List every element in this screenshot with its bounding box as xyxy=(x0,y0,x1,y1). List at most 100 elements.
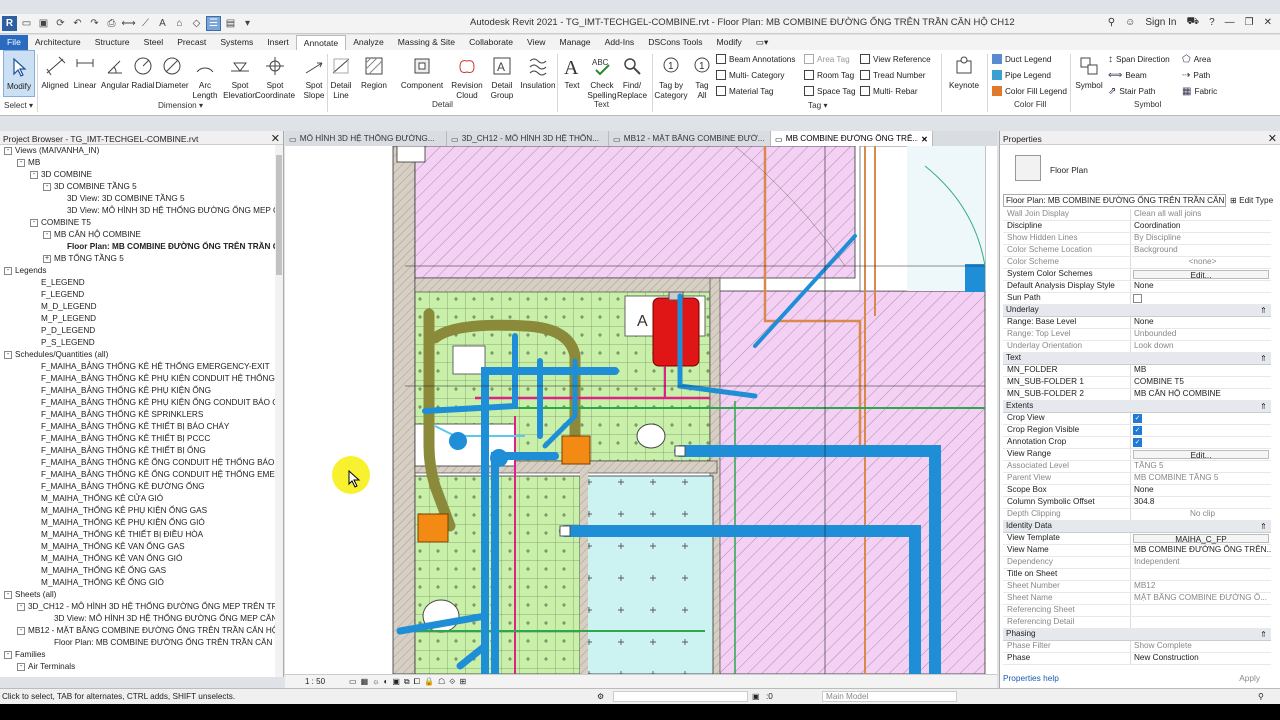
ribbon-options-icon[interactable]: ▭▾ xyxy=(749,35,775,50)
browser-item[interactable]: F_MAIHA_BẢNG THỐNG KÊ THIẾT BỊ ỐNG xyxy=(0,445,276,457)
render-icon[interactable]: ▣ xyxy=(392,677,400,686)
spot-coordinate-button[interactable]: Spot Coordinate xyxy=(255,50,295,100)
browser-item[interactable]: F_MAIHA_BẢNG THỐNG KÊ ỐNG CONDUIT HỆ THỐ… xyxy=(0,457,276,469)
select-group-label[interactable]: Select ▾ xyxy=(4,100,33,110)
expand-toggle-icon[interactable]: - xyxy=(17,602,25,611)
beam-button[interactable]: ⟺ Beam xyxy=(1108,70,1147,81)
minimize-button[interactable]: — xyxy=(1225,17,1235,28)
area-tag-button[interactable]: Area Tag xyxy=(804,54,850,64)
browser-item[interactable]: - MB CĂN HỘ COMBINE xyxy=(0,229,276,241)
shadows-icon[interactable]: ◐ xyxy=(383,677,388,686)
browser-scrollbar[interactable] xyxy=(275,145,283,677)
properties-help-link[interactable]: Properties help xyxy=(1003,673,1059,683)
browser-item[interactable]: -3D COMBINE xyxy=(0,169,276,181)
customize-qat-icon[interactable]: ▾ xyxy=(240,16,255,31)
material-tag-button[interactable]: Material Tag xyxy=(716,86,773,96)
type-selector[interactable]: Floor Plan xyxy=(1003,145,1278,193)
ribbon-tab-analyze[interactable]: Analyze xyxy=(346,35,391,50)
close-icon[interactable]: ✕ xyxy=(1268,132,1277,145)
browser-item[interactable]: F_MAIHA_BẢNG THỐNG KÊ THIẾT BỊ BÁO CHÁY xyxy=(0,421,276,433)
pipe-legend-button[interactable]: Pipe Legend xyxy=(992,70,1051,80)
browser-item[interactable]: + MB TỔNG TẦNG 5 xyxy=(0,253,276,265)
measure-icon[interactable]: ⟷ xyxy=(121,16,136,31)
property-button[interactable]: Edit... xyxy=(1133,450,1269,460)
browser-item[interactable]: - COMBINE T5 xyxy=(0,217,276,229)
expand-toggle-icon[interactable]: - xyxy=(17,158,25,167)
browser-item[interactable]: P_S_LEGEND xyxy=(0,337,276,349)
expand-toggle-icon[interactable]: - xyxy=(4,350,12,359)
sync-icon[interactable]: ⟳ xyxy=(53,16,68,31)
undo-icon[interactable]: ↶ xyxy=(70,16,85,31)
property-value[interactable]: New Construction xyxy=(1131,653,1271,664)
ribbon-tab-architecture[interactable]: Architecture xyxy=(28,35,88,50)
expand-toggle-icon[interactable]: - xyxy=(4,146,12,155)
ribbon-tab-modify[interactable]: Modify xyxy=(710,35,749,50)
thin-lines-icon[interactable]: ☰ xyxy=(206,16,221,31)
expand-toggle-icon[interactable]: - xyxy=(30,170,38,179)
browser-item[interactable]: M_MAIHA_THỐNG KÊ PHỤ KIỆN ỐNG GIÓ xyxy=(0,517,276,529)
aligned-button[interactable]: Aligned xyxy=(40,50,70,91)
component-button[interactable]: Component xyxy=(398,50,446,91)
ribbon-tab-manage[interactable]: Manage xyxy=(553,35,598,50)
cart-icon[interactable]: ⛟ xyxy=(1186,16,1199,29)
browser-item[interactable]: - MB12 - MẶT BẰNG COMBINE ĐƯỜNG ỐNG TRÊN … xyxy=(0,625,276,637)
browser-item[interactable]: M_MAIHA_THỐNG KÊ VAN ỐNG GIÓ xyxy=(0,553,276,565)
scale-selector[interactable]: 1 : 50 xyxy=(305,677,325,686)
help-icon[interactable]: ? xyxy=(1209,17,1215,28)
property-section[interactable]: Underlay ⇑ xyxy=(1003,305,1271,317)
expand-toggle-icon[interactable]: - xyxy=(17,662,25,671)
browser-item[interactable]: M_MAIHA_THỐNG KÊ CỬA GIÓ xyxy=(0,493,276,505)
browser-item[interactable]: M_MAIHA_THỐNG KÊ VAN ỐNG GAS xyxy=(0,541,276,553)
fabric-button[interactable]: ▦ Fabric xyxy=(1182,86,1217,97)
text-button[interactable]: A Text xyxy=(562,50,582,91)
span-direction-button[interactable]: ↕ Span Direction xyxy=(1108,54,1170,65)
save-icon[interactable]: ▣ xyxy=(36,16,51,31)
tag-by-category-button[interactable]: 1 Tag by Category xyxy=(652,50,690,100)
property-value[interactable]: None xyxy=(1131,485,1271,496)
expand-toggle-icon[interactable]: - xyxy=(4,590,12,599)
browser-item[interactable]: F_MAIHA_BẢNG THỐNG KÊ SPRINKLERS xyxy=(0,409,276,421)
browser-item[interactable]: - Schedules/Quantities (all) xyxy=(0,349,276,361)
ribbon-tab-collaborate[interactable]: Collaborate xyxy=(462,35,520,50)
lock-icon[interactable]: 🔒 xyxy=(424,677,434,686)
spot-elevation-button[interactable]: Spot Elevation xyxy=(221,50,259,100)
revision-cloud-button[interactable]: Revision Cloud xyxy=(450,50,484,100)
property-button[interactable]: MAIHA_C_FP xyxy=(1133,534,1269,544)
maximize-button[interactable]: ❐ xyxy=(1245,17,1254,28)
property-section[interactable]: Text ⇑ xyxy=(1003,353,1271,365)
expand-toggle-icon[interactable]: - xyxy=(43,230,51,239)
browser-item[interactable]: - Sheets (all) xyxy=(0,589,276,601)
beam-annotations-button[interactable]: Beam Annotations xyxy=(716,54,795,64)
browser-item[interactable]: 3D View: MÔ HÌNH 3D HỆ THỐNG ĐƯỜNG ỐNG M… xyxy=(0,613,276,625)
property-value[interactable]: COMBINE T5 xyxy=(1131,377,1271,388)
property-section[interactable]: Extents ⇑ xyxy=(1003,401,1271,413)
property-value[interactable]: MB xyxy=(1131,365,1271,376)
find-replace-button[interactable]: Find/ Replace xyxy=(617,50,647,100)
browser-item[interactable]: -3D COMBINE TẦNG 5 xyxy=(0,181,276,193)
ribbon-tab-file[interactable]: File xyxy=(0,35,28,50)
color-fill-legend-button[interactable]: Color Fill Legend xyxy=(992,86,1067,96)
ribbon-tab-massing-site[interactable]: Massing & Site xyxy=(391,35,462,50)
symbol-button[interactable]: Symbol xyxy=(1073,50,1105,91)
browser-item[interactable]: M_D_LEGEND xyxy=(0,301,276,313)
ribbon-tab-annotate[interactable]: Annotate xyxy=(295,35,347,50)
diameter-button[interactable]: Diameter xyxy=(155,50,189,91)
detail-level-icon[interactable]: ▭ xyxy=(349,677,357,686)
sign-in-link[interactable]: Sign In xyxy=(1145,17,1176,28)
space-tag-button[interactable]: Space Tag xyxy=(804,86,856,96)
dimension-icon[interactable]: ⟋ xyxy=(138,16,153,31)
3d-view-icon[interactable]: ⌂ xyxy=(172,16,187,31)
detail-line-button[interactable]: Detail Line xyxy=(329,50,353,100)
collapse-icon[interactable]: ⇑ xyxy=(1260,401,1267,412)
property-section[interactable]: Identity Data ⇑ xyxy=(1003,521,1271,533)
visual-style-icon[interactable]: ▦ xyxy=(361,677,369,686)
user-icon[interactable]: ☺ xyxy=(1125,17,1135,28)
tag-group-label[interactable]: Tag ▾ xyxy=(808,100,828,110)
arc-length-button[interactable]: Arc Length xyxy=(190,50,220,100)
browser-item[interactable]: F_MAIHA_BẢNG THỐNG KÊ ĐƯỜNG ỐNG xyxy=(0,481,276,493)
print-icon[interactable]: ⎙ xyxy=(104,16,119,31)
browser-item[interactable]: F_MAIHA_BẢNG THỐNG KÊ PHỤ KIỆN CONDUIT H… xyxy=(0,373,276,385)
browser-item[interactable]: E_LEGEND xyxy=(0,277,276,289)
browser-item[interactable]: - MB xyxy=(0,157,276,169)
ribbon-tab-view[interactable]: View xyxy=(520,35,552,50)
